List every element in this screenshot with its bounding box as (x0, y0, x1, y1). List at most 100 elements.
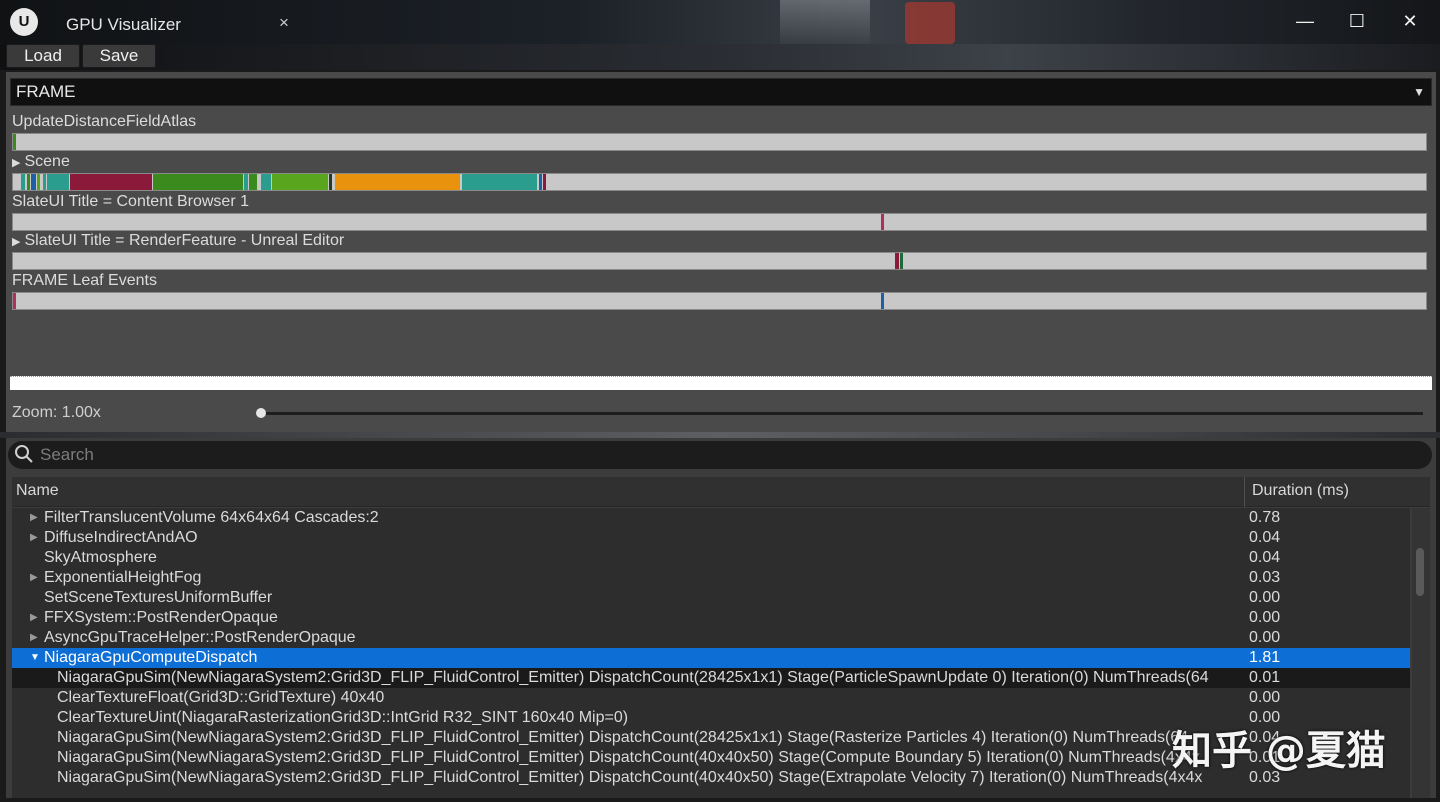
timeline-bar-slateui-renderfeature[interactable] (12, 252, 1427, 270)
row-duration: 0.00 (1249, 589, 1281, 606)
window-title: GPU Visualizer (66, 15, 181, 34)
chevron-down-icon: ▼ (1413, 85, 1425, 99)
save-button[interactable]: Save (82, 44, 156, 68)
timeline-row-label[interactable]: ▶ Scene (12, 153, 70, 171)
timeline-event[interactable] (272, 174, 328, 190)
row-name: AsyncGpuTraceHelper::PostRenderOpaque (44, 629, 356, 646)
column-header-duration[interactable]: Duration (ms) (1252, 482, 1349, 500)
timeline-row-label: FRAME Leaf Events (12, 272, 157, 290)
timeline-event[interactable] (27, 174, 30, 190)
timeline-bar-update-distance-field-atlas[interactable] (12, 133, 1427, 151)
scrollbar-thumb[interactable] (1416, 548, 1424, 596)
tab-close-icon[interactable]: × (279, 13, 289, 33)
timeline-event[interactable] (900, 253, 903, 269)
load-button[interactable]: Load (6, 44, 80, 68)
timeline-event[interactable] (13, 134, 16, 150)
timeline-event[interactable] (543, 174, 546, 190)
title-bar: U GPU Visualizer × — ☐ ✕ (0, 0, 1440, 44)
expand-arrow-icon[interactable]: ▶ (30, 508, 38, 528)
expand-arrow-icon[interactable]: ▶ (30, 528, 38, 548)
row-duration: 0.78 (1249, 509, 1281, 526)
column-resize-handle[interactable] (1244, 477, 1245, 507)
table-row[interactable]: SkyAtmosphere 0.04 (12, 548, 1410, 568)
timeline-event[interactable] (13, 293, 16, 309)
row-duration: 0.04 (1249, 529, 1281, 546)
timeline-event[interactable] (462, 174, 537, 190)
timeline-row-label-text: UpdateDistanceFieldAtlas (12, 113, 197, 130)
row-duration: 0.03 (1249, 569, 1281, 586)
close-window-button[interactable]: ✕ (1395, 8, 1425, 34)
timeline-row-label[interactable]: ▶ SlateUI Title = RenderFeature - Unreal … (12, 232, 344, 250)
timeline-event[interactable] (261, 174, 271, 190)
row-name: ExponentialHeightFog (44, 569, 202, 586)
toolbar: Load Save (0, 44, 1440, 70)
table-row[interactable]: ▶ FFXSystem::PostRenderOpaque 0.00 (12, 608, 1410, 628)
row-name: NiagaraGpuSim(NewNiagaraSystem2:Grid3D_F… (57, 669, 1209, 686)
maximize-button[interactable]: ☐ (1342, 8, 1372, 34)
timeline-bar-scene[interactable] (12, 173, 1427, 191)
row-duration: 0.00 (1249, 609, 1281, 626)
row-name: NiagaraGpuSim(NewNiagaraSystem2:Grid3D_F… (57, 749, 1200, 766)
timeline-event[interactable] (43, 174, 46, 190)
table-row[interactable]: ▶ DiffuseIndirectAndAO 0.04 (12, 528, 1410, 548)
expand-arrow-icon[interactable]: ▶ (12, 236, 20, 248)
timeline-event[interactable] (31, 174, 36, 190)
timeline-event[interactable] (37, 174, 40, 190)
row-duration: 0.01 (1249, 669, 1281, 686)
row-name: NiagaraGpuComputeDispatch (44, 649, 258, 666)
timeline-event[interactable] (539, 174, 542, 190)
timeline-row-label-text: FRAME Leaf Events (12, 272, 157, 289)
row-duration: 0.04 (1249, 549, 1281, 566)
row-name: FilterTranslucentVolume 64x64x64 Cascade… (44, 509, 379, 526)
minimize-button[interactable]: — (1290, 8, 1320, 34)
unreal-logo-icon: U (10, 8, 38, 36)
timeline-event[interactable] (244, 174, 248, 190)
timeline-event[interactable] (881, 293, 884, 309)
timeline-scroll-strip[interactable] (10, 376, 1432, 390)
timeline-event[interactable] (47, 174, 69, 190)
table-row[interactable]: NiagaraGpuSim(NewNiagaraSystem2:Grid3D_F… (12, 668, 1410, 688)
row-name: NiagaraGpuSim(NewNiagaraSystem2:Grid3D_F… (57, 769, 1203, 786)
timeline-event[interactable] (153, 174, 243, 190)
row-name: SetSceneTexturesUniformBuffer (44, 589, 273, 606)
table-row[interactable]: ▶ ExponentialHeightFog 0.03 (12, 568, 1410, 588)
expand-arrow-icon[interactable]: ▶ (30, 608, 38, 628)
timeline-row-label: SlateUI Title = Content Browser 1 (12, 193, 249, 211)
table-row[interactable]: SetSceneTexturesUniformBuffer 0.00 (12, 588, 1410, 608)
table-row[interactable]: ▶ AsyncGpuTraceHelper::PostRenderOpaque 0.… (12, 628, 1410, 648)
expand-arrow-icon[interactable]: ▶ (30, 628, 38, 648)
timeline-bar-frame-leaf-events[interactable] (12, 292, 1427, 310)
row-duration: 0.00 (1249, 689, 1281, 706)
column-header-name[interactable]: Name (16, 482, 59, 500)
row-name: NiagaraGpuSim(NewNiagaraSystem2:Grid3D_F… (57, 729, 1189, 746)
table-header: Name Duration (ms) (12, 477, 1430, 507)
row-name: SkyAtmosphere (44, 549, 157, 566)
timeline-bar-slateui-content-browser[interactable] (12, 213, 1427, 231)
expand-arrow-icon[interactable]: ▶ (12, 157, 20, 169)
zoom-slider-handle[interactable] (256, 408, 266, 418)
frame-select-value: FRAME (16, 82, 76, 101)
table-row[interactable]: ▼ NiagaraGpuComputeDispatch 1.81 (12, 648, 1410, 668)
collapse-arrow-icon[interactable]: ▼ (30, 648, 40, 668)
expand-arrow-icon[interactable]: ▶ (30, 568, 38, 588)
timeline-event[interactable] (335, 174, 460, 190)
watermark: 知乎 @夏猫 (1172, 728, 1386, 774)
vertical-scrollbar[interactable] (1412, 508, 1430, 798)
frame-select-dropdown[interactable]: FRAME ▼ (10, 78, 1432, 106)
timeline-event[interactable] (21, 174, 25, 190)
timeline-event[interactable] (70, 174, 152, 190)
zoom-slider-track[interactable] (261, 412, 1423, 415)
timeline-event[interactable] (329, 174, 332, 190)
row-name: ClearTextureFloat(Grid3D::GridTexture) 4… (57, 689, 385, 706)
search-box[interactable] (8, 441, 1432, 469)
zoom-label: Zoom: 1.00x (12, 404, 101, 421)
timeline-event[interactable] (249, 174, 257, 190)
search-icon (15, 445, 33, 463)
table-row[interactable]: ▶ FilterTranslucentVolume 64x64x64 Cascad… (12, 508, 1410, 528)
timeline-row-label-text: SlateUI Title = RenderFeature - Unreal E… (24, 232, 345, 249)
timeline-panel: FRAME ▼ UpdateDistanceFieldAtlas ▶ Scene … (6, 72, 1436, 432)
timeline-event[interactable] (895, 253, 899, 269)
timeline-event[interactable] (881, 214, 884, 230)
table-row[interactable]: ClearTextureFloat(Grid3D::GridTexture) 4… (12, 688, 1410, 708)
search-input[interactable] (40, 443, 1420, 467)
